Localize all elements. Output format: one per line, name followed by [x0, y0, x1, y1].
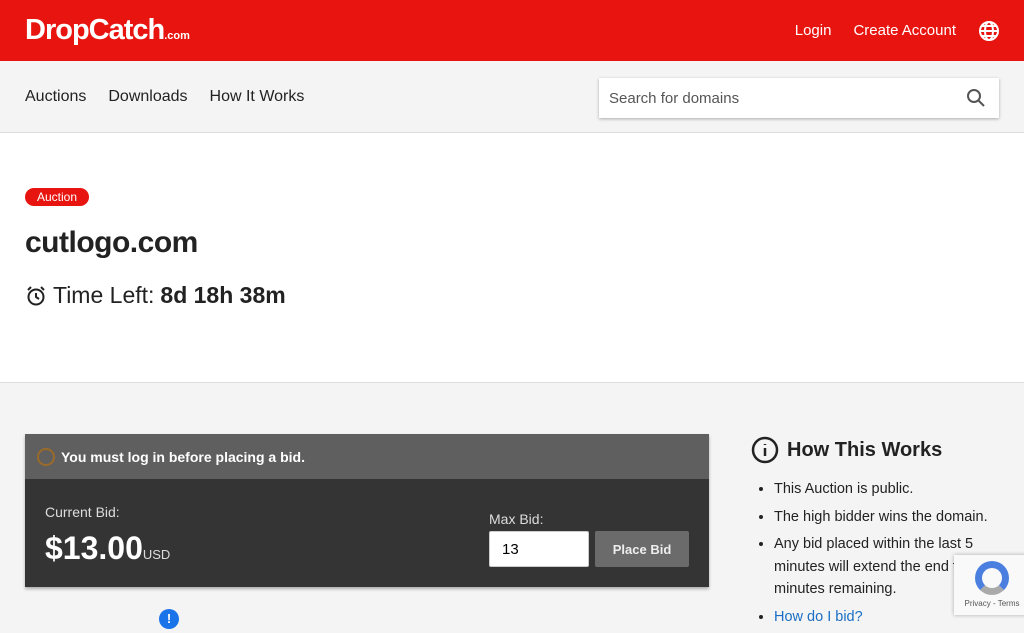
globe-icon[interactable]	[978, 20, 1000, 42]
bid-panel: You must log in before placing a bid. Cu…	[25, 434, 709, 587]
recaptcha-icon	[975, 561, 1009, 595]
nav-downloads[interactable]: Downloads	[108, 88, 187, 106]
warning-text: You must log in before placing a bid.	[61, 448, 305, 465]
top-bar: DropCatch.com Login Create Account	[0, 0, 1024, 61]
nav-how-it-works[interactable]: How It Works	[210, 88, 305, 106]
time-left-value: 8d 18h 38m	[160, 282, 286, 308]
max-bid-label: Max Bid:	[489, 511, 544, 527]
currency: USD	[142, 547, 171, 562]
login-link[interactable]: Login	[795, 22, 832, 39]
nav-auctions[interactable]: Auctions	[25, 88, 86, 106]
auction-header: Auction cutlogo.com Time Left: 8d 18h 38…	[0, 133, 1024, 383]
recaptcha-badge[interactable]: Privacy - Terms	[954, 555, 1024, 615]
main-nav: Auctions Downloads How It Works Search f…	[0, 61, 1024, 133]
verified-badge-icon: !	[159, 609, 179, 629]
info-icon	[751, 436, 779, 464]
time-left-label: Time Left:	[53, 282, 155, 308]
logo-text: DropCatch	[25, 14, 165, 46]
current-bid-amount: $13.00USD	[45, 530, 170, 567]
amount-value: $13.00	[45, 530, 143, 566]
list-item: This Auction is public.	[774, 478, 1011, 501]
search-icon[interactable]	[966, 88, 986, 108]
warning-icon	[37, 447, 55, 466]
current-bid-label: Current Bid:	[45, 504, 120, 520]
max-bid-input[interactable]	[489, 531, 589, 567]
search-placeholder: Search for domains	[609, 89, 740, 107]
alarm-clock-icon	[27, 285, 45, 305]
logo-suffix: .com	[164, 30, 190, 42]
search-input[interactable]: Search for domains	[599, 78, 999, 118]
list-item: The high bidder wins the domain.	[774, 506, 1011, 529]
how-title: How This Works	[787, 438, 943, 461]
login-warning: You must log in before placing a bid.	[25, 434, 709, 479]
recaptcha-links[interactable]: Privacy - Terms	[965, 599, 1020, 608]
logo[interactable]: DropCatch.com	[25, 14, 190, 47]
create-account-link[interactable]: Create Account	[853, 22, 956, 39]
how-do-i-bid-link[interactable]: How do I bid?	[774, 609, 863, 625]
domain-title: cutlogo.com	[25, 226, 198, 259]
place-bid-button[interactable]: Place Bid	[595, 531, 689, 567]
auction-badge: Auction	[25, 188, 90, 206]
time-left: Time Left: 8d 18h 38m	[25, 282, 999, 309]
